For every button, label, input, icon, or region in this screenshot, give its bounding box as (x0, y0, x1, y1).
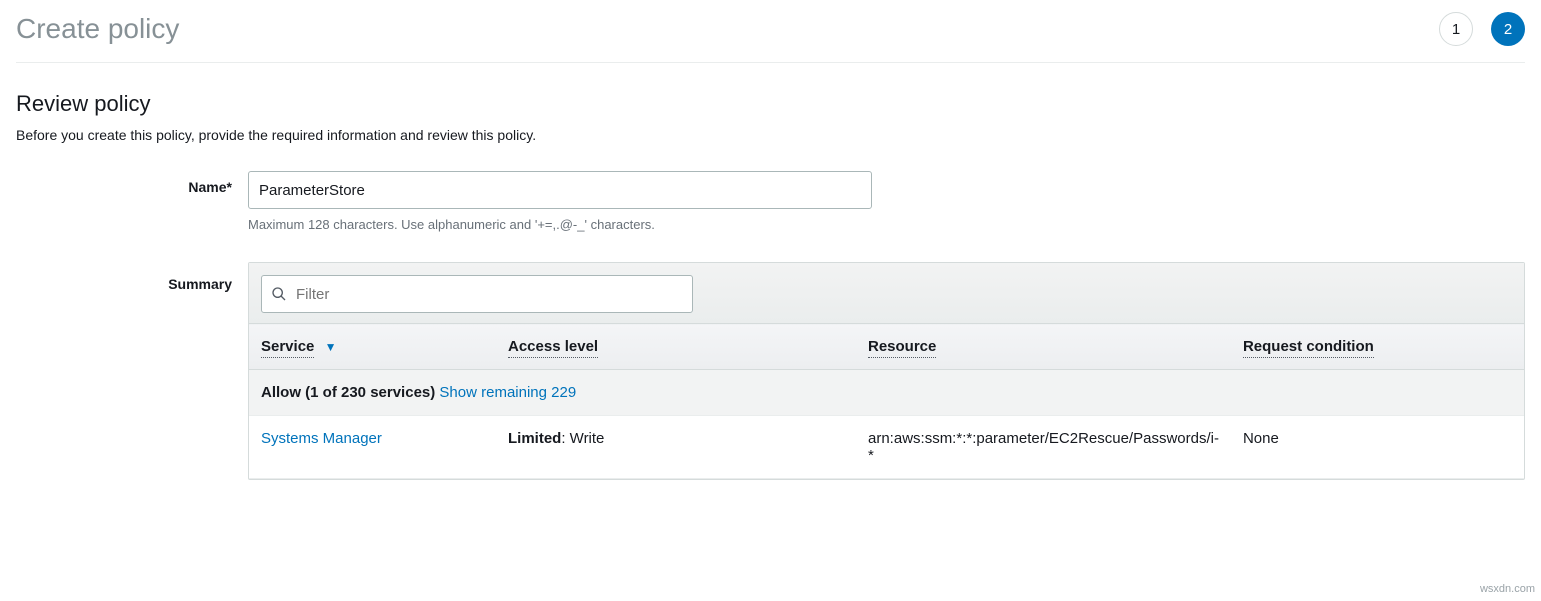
show-remaining-link[interactable]: Show remaining 229 (439, 384, 576, 401)
column-resource-label: Resource (868, 338, 936, 358)
page-header: Create policy 1 2 (16, 12, 1525, 63)
column-resource-header[interactable]: Resource (856, 324, 1231, 370)
search-icon (271, 286, 287, 302)
column-service-label: Service (261, 338, 314, 358)
summary-label: Summary (16, 262, 248, 292)
section-subtext: Before you create this policy, provide t… (16, 127, 1525, 143)
sort-caret-icon: ▼ (325, 340, 337, 354)
section-heading: Review policy (16, 91, 1525, 117)
step-1[interactable]: 1 (1439, 12, 1473, 46)
column-request-label: Request condition (1243, 338, 1374, 358)
watermark: wsxdn.com (1480, 583, 1535, 595)
access-level-rest: : Write (561, 430, 604, 447)
column-request-header[interactable]: Request condition (1231, 324, 1524, 370)
summary-table: Service ▼ Access level Resource Request … (249, 323, 1524, 479)
name-hint: Maximum 128 characters. Use alphanumeric… (248, 217, 872, 232)
table-header-row: Service ▼ Access level Resource Request … (249, 324, 1524, 370)
summary-row: Summary Service (16, 262, 1525, 480)
wizard-steps: 1 2 (1439, 12, 1525, 46)
access-level-bold: Limited (508, 430, 561, 447)
allow-group-label: Allow (1 of 230 services) (261, 384, 439, 401)
name-row: Name* Maximum 128 characters. Use alphan… (16, 171, 1525, 232)
summary-box: Service ▼ Access level Resource Request … (248, 262, 1525, 480)
filter-input[interactable] (261, 275, 693, 313)
step-2[interactable]: 2 (1491, 12, 1525, 46)
name-label: Name* (16, 171, 248, 195)
name-input[interactable] (248, 171, 872, 209)
resource-cell: arn:aws:ssm:*:*:parameter/EC2Rescue/Pass… (856, 416, 1231, 479)
column-service-header[interactable]: Service ▼ (249, 324, 496, 370)
table-row: Systems Manager Limited: Write arn:aws:s… (249, 416, 1524, 479)
request-condition-cell: None (1231, 416, 1524, 479)
column-access-label: Access level (508, 338, 598, 358)
service-link[interactable]: Systems Manager (261, 430, 382, 447)
page-title: Create policy (16, 13, 179, 45)
column-access-header[interactable]: Access level (496, 324, 856, 370)
allow-group-row: Allow (1 of 230 services) Show remaining… (249, 370, 1524, 416)
